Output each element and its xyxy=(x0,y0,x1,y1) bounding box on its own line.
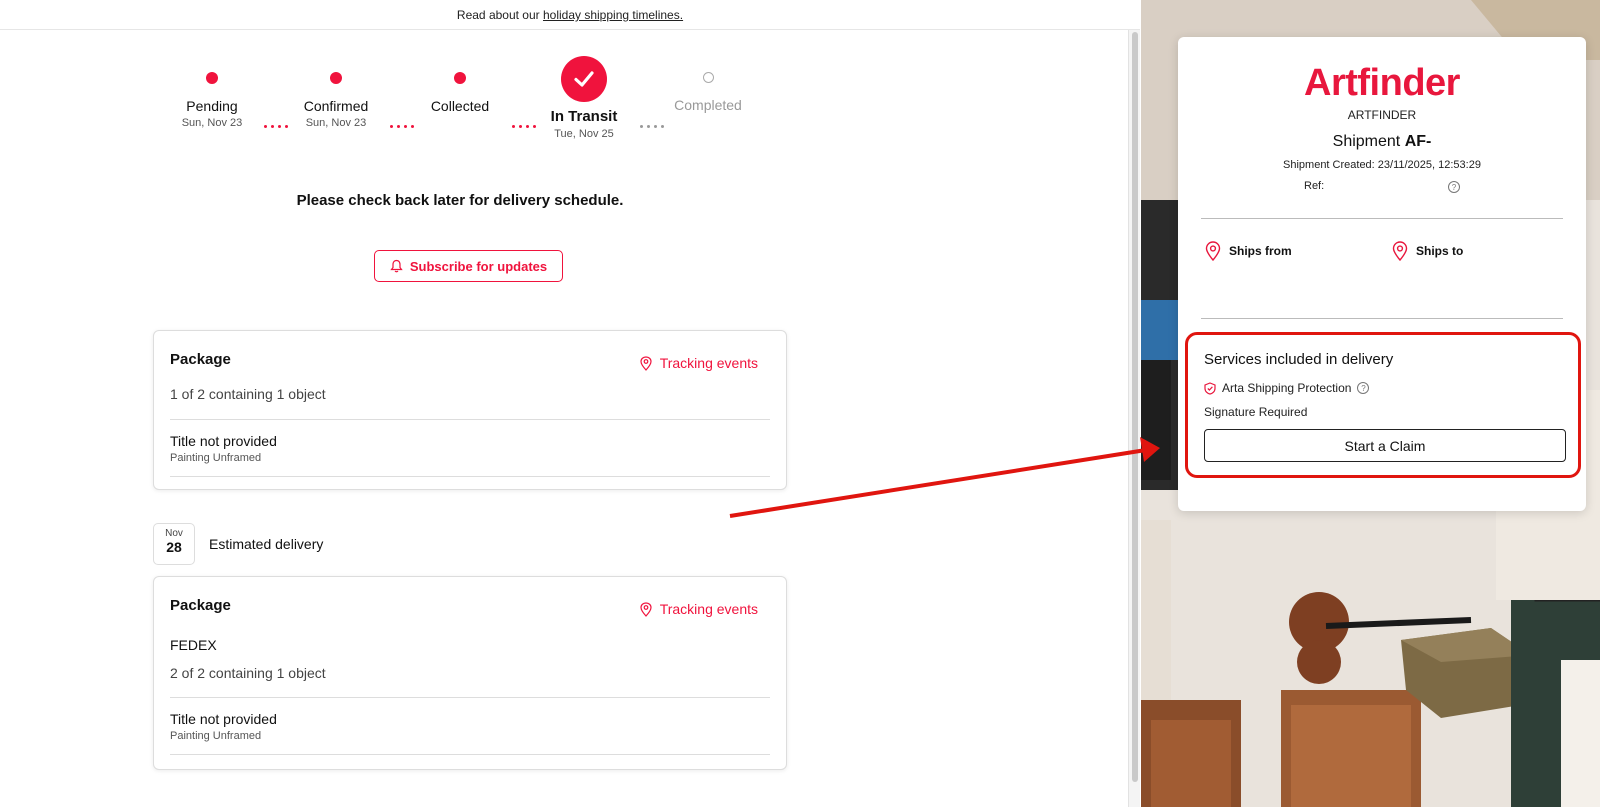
step-date: Tue, Nov 25 xyxy=(554,128,614,140)
step-label: Confirmed xyxy=(303,98,369,114)
step-connector xyxy=(390,125,414,128)
step-dot-pending xyxy=(702,72,714,83)
step-connector xyxy=(640,125,664,128)
signature-required: Signature Required xyxy=(1204,405,1308,419)
step-completed: Completed xyxy=(648,50,768,113)
delivery-status-message: Please check back later for delivery sch… xyxy=(296,192,624,209)
divider xyxy=(170,754,770,755)
estimated-delivery-row: Nov 28 Estimated delivery xyxy=(153,523,323,565)
package-carrier: FEDEX xyxy=(170,637,217,653)
banner-text: Read about our xyxy=(456,8,543,22)
shipment-panel: Artfinder ARTFINDER Shipment AF- Shipmen… xyxy=(1178,37,1586,511)
package-title: Package xyxy=(170,597,231,614)
package-card: Package Tracking events FEDEX 2 of 2 con… xyxy=(153,576,787,770)
location-pin-icon xyxy=(640,355,652,371)
shipment-progress-stepper: Pending Sun, Nov 23 Confirmed Sun, Nov 2… xyxy=(150,50,780,160)
shield-icon xyxy=(1204,381,1216,395)
estimated-delivery-label: Estimated delivery xyxy=(209,536,324,552)
shipment-created: Shipment Created: 23/11/2025, 12:53:29 xyxy=(1283,159,1481,171)
brand-name: ARTFINDER xyxy=(1347,108,1417,122)
holiday-shipping-link[interactable]: holiday shipping timelines. xyxy=(543,8,683,22)
shipment-prefix: Shipment xyxy=(1332,133,1405,150)
step-confirmed: Confirmed Sun, Nov 23 xyxy=(276,50,396,129)
services-title: Services included in delivery xyxy=(1204,351,1394,368)
location-pin-icon xyxy=(640,601,652,617)
shipment-id: AF- xyxy=(1404,133,1432,150)
ref-label: Ref: xyxy=(1304,180,1325,192)
shipment-title: Shipment AF- xyxy=(1178,133,1586,151)
location-pin-icon xyxy=(1205,241,1221,261)
protection-label: Arta Shipping Protection xyxy=(1222,381,1352,395)
location-pin-icon xyxy=(1392,241,1408,261)
help-icon[interactable]: ? xyxy=(1357,382,1370,394)
step-date: Sun, Nov 23 xyxy=(181,117,243,129)
ships-to-label: Ships to xyxy=(1416,244,1464,258)
start-claim-button[interactable]: Start a Claim xyxy=(1204,429,1566,462)
divider xyxy=(170,419,770,420)
bell-icon xyxy=(390,259,403,273)
ships-to: Ships to xyxy=(1392,241,1463,261)
item-title: Title not provided xyxy=(170,711,277,727)
scrollbar[interactable] xyxy=(1128,30,1140,807)
step-collected: Collected xyxy=(400,50,520,114)
item-type: Painting Unframed xyxy=(170,452,262,464)
estimated-date-badge: Nov 28 xyxy=(153,523,195,565)
step-label: Completed xyxy=(674,97,742,113)
step-date: Sun, Nov 23 xyxy=(305,117,367,129)
step-dot-done xyxy=(454,72,466,84)
item-title: Title not provided xyxy=(170,433,277,449)
package-title: Package xyxy=(170,351,231,368)
ships-from-label: Ships from xyxy=(1229,244,1292,258)
divider xyxy=(170,697,770,698)
shipping-protection: Arta Shipping Protection ? xyxy=(1204,381,1370,395)
scroll-thumb[interactable] xyxy=(1132,32,1138,782)
tracking-events-link[interactable]: Tracking events xyxy=(640,601,758,617)
step-label: Collected xyxy=(430,98,490,114)
services-highlight-box: Services included in delivery Arta Shipp… xyxy=(1185,332,1581,478)
subscribe-label: Subscribe for updates xyxy=(409,258,548,274)
divider xyxy=(1201,318,1563,319)
divider xyxy=(1201,218,1563,219)
estimated-month: Nov xyxy=(165,528,183,539)
artfinder-logo: Artfinder xyxy=(1304,62,1460,104)
tracking-events-label: Tracking events xyxy=(659,355,758,371)
checkmark-icon xyxy=(561,56,607,102)
step-pending: Pending Sun, Nov 23 xyxy=(152,50,272,129)
package-count: 1 of 2 containing 1 object xyxy=(170,386,326,402)
divider xyxy=(170,476,770,477)
tracking-page: Read about our holiday shipping timeline… xyxy=(0,0,1140,807)
tracking-events-label: Tracking events xyxy=(659,601,758,617)
help-icon[interactable]: ? xyxy=(1448,181,1460,193)
step-label: In Transit xyxy=(550,108,618,125)
step-in-transit: In Transit Tue, Nov 25 xyxy=(524,50,644,140)
holiday-banner: Read about our holiday shipping timeline… xyxy=(0,0,1140,30)
item-type: Painting Unframed xyxy=(170,730,262,742)
tracking-events-link[interactable]: Tracking events xyxy=(640,355,758,371)
step-dot-done xyxy=(330,72,342,84)
subscribe-button[interactable]: Subscribe for updates xyxy=(374,250,563,282)
package-card: Package Tracking events 1 of 2 containin… xyxy=(153,330,787,490)
step-dot-done xyxy=(206,72,218,84)
estimated-day: 28 xyxy=(166,539,182,555)
ships-from: Ships from xyxy=(1205,241,1292,261)
step-label: Pending xyxy=(186,98,238,114)
package-count: 2 of 2 containing 1 object xyxy=(170,665,326,681)
